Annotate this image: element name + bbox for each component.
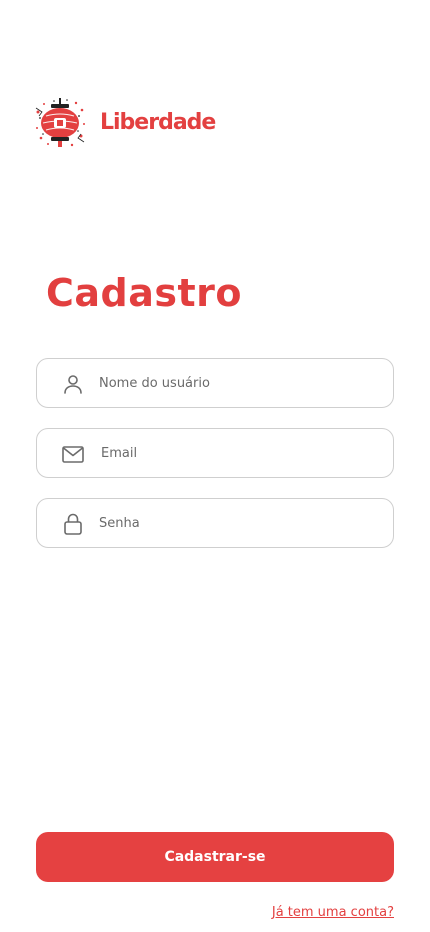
register-button[interactable]: Cadastrar-se <box>36 832 394 882</box>
email-input[interactable] <box>101 430 381 476</box>
email-field[interactable] <box>36 428 394 478</box>
brand-name: Liberdade <box>100 110 216 135</box>
password-field[interactable] <box>36 498 394 548</box>
login-link[interactable]: Já tem uma conta? <box>272 903 394 923</box>
password-input[interactable] <box>99 500 379 546</box>
mail-icon <box>62 446 84 463</box>
user-icon <box>64 375 82 394</box>
username-field[interactable] <box>36 358 394 408</box>
username-input[interactable] <box>99 360 379 406</box>
lock-icon <box>64 513 82 535</box>
lantern-logo-icon <box>35 98 85 147</box>
page-title: Cadastro <box>46 271 243 315</box>
